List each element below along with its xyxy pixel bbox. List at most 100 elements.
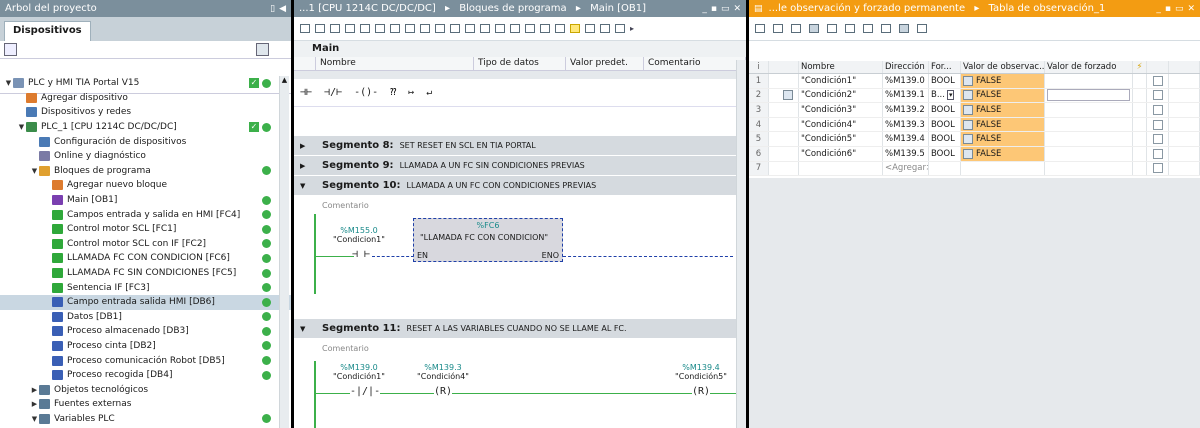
expand-icon[interactable]: ▶ bbox=[300, 162, 322, 170]
display-format[interactable]: BOOL bbox=[929, 117, 961, 132]
toolbar-tool-icon[interactable] bbox=[791, 24, 801, 33]
no-contact-icon[interactable]: ⊣⊢ bbox=[300, 87, 312, 98]
empty-box-icon[interactable]: ⁇ bbox=[390, 87, 396, 98]
format-dropdown-icon[interactable]: ▾ bbox=[946, 90, 955, 101]
float-icon[interactable]: ▪ bbox=[1165, 4, 1171, 14]
scroll-up-icon[interactable]: ▲ bbox=[280, 76, 289, 86]
toolbar-tool-icon[interactable] bbox=[450, 24, 460, 33]
force-checkbox[interactable] bbox=[1152, 90, 1163, 101]
fc-call-box[interactable]: %FC6 "LLAMADA FC CON CONDICION" EN ENO bbox=[413, 218, 563, 262]
force-checkbox[interactable] bbox=[1152, 75, 1163, 86]
toolbar-tool-icon[interactable] bbox=[585, 24, 595, 33]
expand-icon[interactable]: ▶ bbox=[30, 386, 39, 394]
watch-row[interactable]: 6 "Condición6" %M139.5 BOOL FALSE bbox=[749, 146, 1200, 162]
toolbar-tool-icon[interactable] bbox=[330, 24, 340, 33]
collapse-icon[interactable]: ▼ bbox=[4, 79, 13, 87]
toolbar-tool-icon[interactable] bbox=[465, 24, 475, 33]
toolbar-tool-icon[interactable] bbox=[405, 24, 415, 33]
collapse-icon[interactable]: ▼ bbox=[300, 325, 322, 333]
col-comentario[interactable]: Comentario bbox=[644, 57, 746, 70]
tree-item[interactable]: Agregar dispositivo bbox=[0, 91, 291, 106]
reset-coil[interactable]: (R) bbox=[434, 386, 453, 397]
col-valor[interactable]: Valor predet. bbox=[566, 57, 644, 70]
toolbar-tool-icon[interactable] bbox=[345, 24, 355, 33]
display-format[interactable]: BOOL bbox=[929, 146, 961, 161]
toolbar-tool-icon[interactable] bbox=[827, 24, 837, 33]
col-tipo[interactable]: Tipo de datos bbox=[474, 57, 566, 70]
toolbar-tool-icon[interactable] bbox=[555, 24, 565, 33]
maximize-icon[interactable]: ▭ bbox=[1175, 4, 1184, 14]
col-valor-observacion[interactable]: Valor de observac... bbox=[961, 61, 1045, 73]
variable-address[interactable]: %M139.1 bbox=[883, 88, 929, 103]
force-value[interactable] bbox=[1045, 132, 1133, 146]
display-format[interactable]: BOOL bbox=[929, 74, 961, 88]
address-browse-icon[interactable] bbox=[783, 90, 793, 101]
tree-item[interactable]: ▶ Fuentes externas bbox=[0, 397, 291, 412]
breadcrumb-watch-table[interactable]: Tabla de observación_1 bbox=[989, 3, 1106, 14]
toolbar-more-icon[interactable]: ▸ bbox=[630, 24, 634, 33]
tab-dispositivos[interactable]: Dispositivos bbox=[4, 21, 91, 41]
minimize-icon[interactable]: _ bbox=[702, 4, 707, 14]
expand-icon[interactable]: ▶ bbox=[30, 400, 39, 408]
collapse-icon[interactable]: ▼ bbox=[300, 182, 322, 190]
col-direccion[interactable]: Dirección bbox=[883, 61, 929, 73]
collapse-icon[interactable]: ▼ bbox=[30, 415, 39, 423]
collapse-icon[interactable]: ▼ bbox=[30, 167, 39, 175]
add-row[interactable]: 7 <Agregar> bbox=[749, 161, 1200, 177]
tree-item[interactable]: Control motor SCL con IF [FC2] bbox=[0, 237, 291, 252]
force-value[interactable] bbox=[1045, 117, 1133, 132]
variable-address[interactable]: %M139.2 bbox=[883, 103, 929, 117]
tree-item[interactable]: Control motor SCL [FC1] bbox=[0, 222, 291, 237]
toolbar-tool-icon[interactable] bbox=[525, 24, 535, 33]
float-icon[interactable]: ▪ bbox=[711, 4, 717, 14]
toolbar-tool-icon[interactable] bbox=[435, 24, 445, 33]
breadcrumb-main[interactable]: Main [OB1] bbox=[590, 3, 646, 14]
tree-item[interactable]: LLAMADA FC CON CONDICION [FC6] bbox=[0, 251, 291, 266]
editor-scrollbar[interactable] bbox=[736, 60, 746, 428]
watch-row[interactable]: 2 "Condición2" %M139.1 B... ▾ FALSE bbox=[749, 88, 1200, 104]
col-formato[interactable]: For... bbox=[929, 61, 961, 73]
segment-11-comment[interactable]: Comentario bbox=[294, 339, 746, 357]
toolbar-tool-icon[interactable] bbox=[845, 24, 855, 33]
toolbar-tool-icon[interactable] bbox=[773, 24, 783, 33]
col-nombre[interactable]: Nombre bbox=[316, 57, 474, 70]
toolbar-tool-icon[interactable] bbox=[375, 24, 385, 33]
tree-item[interactable]: Datos [DB1] bbox=[0, 310, 291, 325]
contact-operand[interactable]: %M155.0 "Condicion1" bbox=[328, 226, 390, 244]
minimize-icon[interactable]: _ bbox=[1156, 4, 1161, 14]
tree-item[interactable]: ▶ Objetos tecnológicos bbox=[0, 382, 291, 397]
display-format[interactable]: B... ▾ bbox=[929, 88, 961, 103]
watch-row[interactable]: 1 "Condición1" %M139.0 BOOL FALSE bbox=[749, 74, 1200, 89]
restore-icon[interactable]: ▯ bbox=[270, 4, 275, 14]
interface-splitter[interactable] bbox=[294, 71, 746, 79]
toolbar-tool-icon[interactable] bbox=[809, 24, 819, 33]
contact-1-operand[interactable]: %M139.0 "Condición1" bbox=[328, 363, 390, 381]
tree-item[interactable]: Configuración de dispositivos bbox=[0, 134, 291, 149]
variable-name[interactable]: "Condición5" bbox=[799, 132, 883, 146]
toolbar-tool-icon[interactable] bbox=[863, 24, 873, 33]
toolbar-tool-icon[interactable] bbox=[881, 24, 891, 33]
coil-icon[interactable]: -()- bbox=[354, 87, 378, 98]
expand-icon[interactable]: ▶ bbox=[300, 142, 322, 150]
variable-name[interactable]: "Condición4" bbox=[799, 117, 883, 132]
coil-2-operand[interactable]: %M139.4 "Condición5" bbox=[670, 363, 732, 381]
fc-eno-pin[interactable]: ENO bbox=[542, 251, 559, 260]
tree-item[interactable]: Sentencia IF [FC3] bbox=[0, 280, 291, 295]
segment-11-header[interactable]: ▼ Segmento 11: RESET A LAS VARIABLES CUA… bbox=[294, 319, 746, 339]
fc-en-pin[interactable]: EN bbox=[417, 251, 428, 260]
toolbar-tool-icon[interactable] bbox=[360, 24, 370, 33]
toolbar-tool-icon[interactable] bbox=[540, 24, 550, 33]
close-icon[interactable]: ✕ bbox=[1187, 4, 1195, 14]
nc-contact[interactable]: -|/|- bbox=[350, 386, 381, 397]
tree-item[interactable]: ▼ PLC y HMI TIA Portal V15 ✓ bbox=[0, 76, 291, 91]
tree-item[interactable]: ▼ Bloques de programa bbox=[0, 164, 291, 179]
force-value[interactable] bbox=[1045, 88, 1133, 103]
overview-icon[interactable] bbox=[4, 43, 17, 56]
toolbar-tool-icon[interactable] bbox=[420, 24, 430, 33]
toolbar-tool-icon[interactable] bbox=[480, 24, 490, 33]
col-valor-forzado[interactable]: Valor de forzado bbox=[1045, 61, 1133, 73]
close-branch-icon[interactable]: ↵ bbox=[426, 87, 432, 98]
monitor-all-icon[interactable] bbox=[899, 24, 909, 33]
tree-item[interactable]: Campos entrada y salida en HMI [FC4] bbox=[0, 207, 291, 222]
close-icon[interactable]: ✕ bbox=[733, 4, 741, 14]
